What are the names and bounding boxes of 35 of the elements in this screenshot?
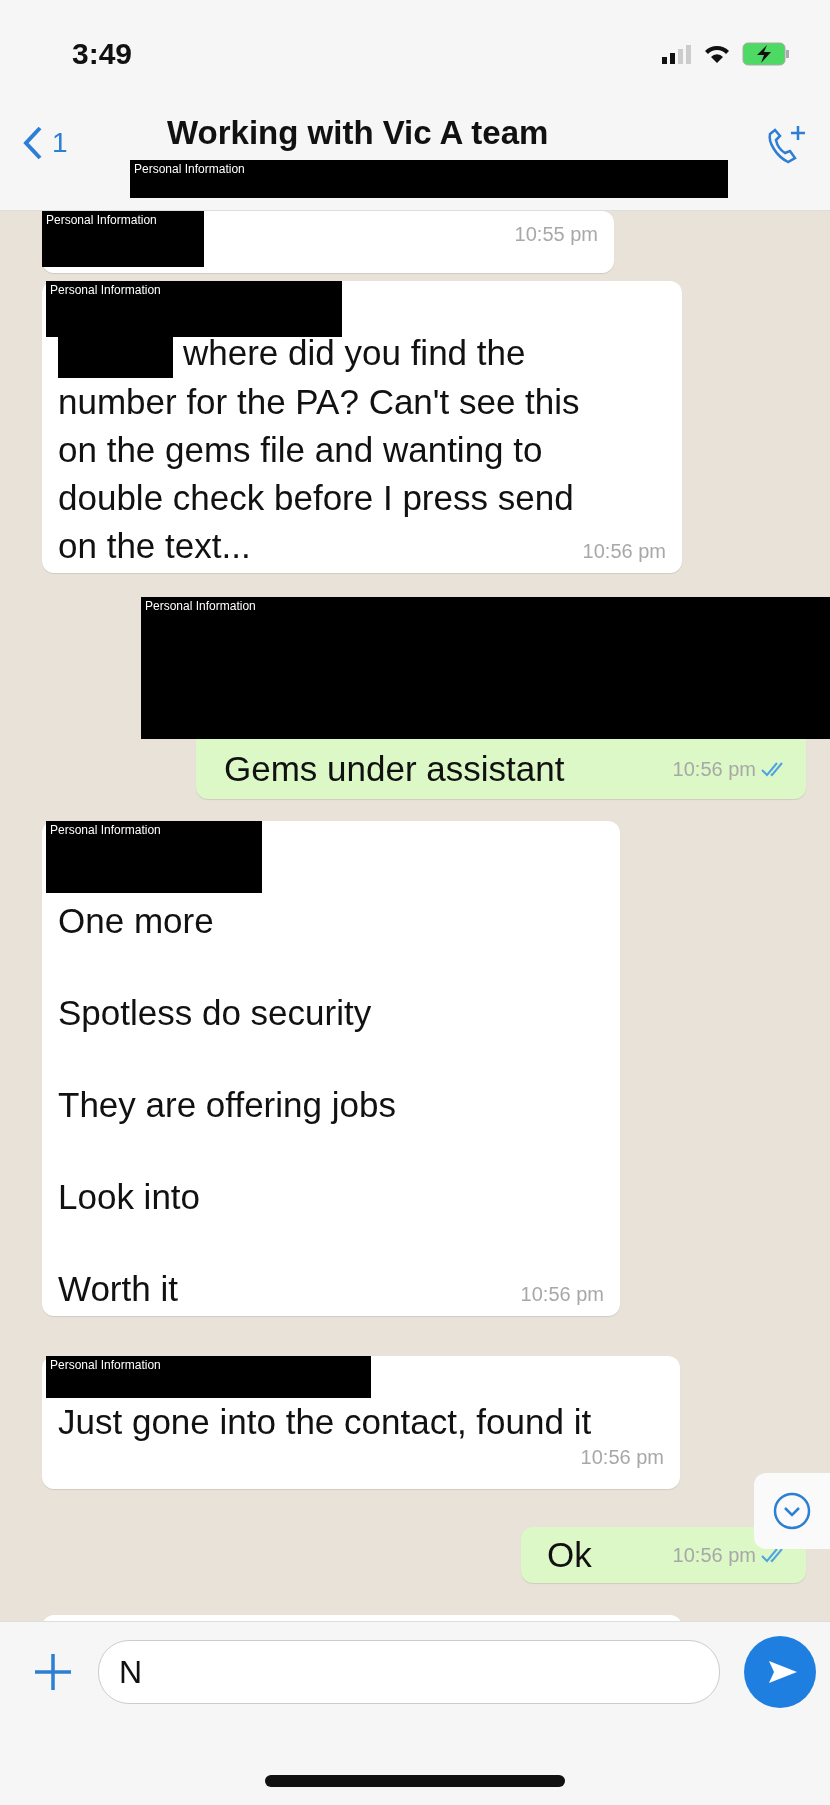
chat-title: Working with Vic A team bbox=[167, 114, 549, 151]
message-text: They are offering jobs bbox=[58, 1085, 396, 1125]
message-text: One more bbox=[58, 901, 214, 941]
message-text: on the gems file and wanting to bbox=[58, 430, 543, 470]
message-time: 10:56 pm bbox=[582, 540, 666, 564]
redaction-block: Personal Information bbox=[42, 211, 204, 267]
message-time: 10:56 pm bbox=[672, 757, 756, 781]
message-time: 10:55 pm bbox=[514, 223, 598, 246]
message-text: number for the PA? Can't see this bbox=[58, 382, 580, 422]
chevron-left-icon bbox=[22, 126, 44, 160]
message-time: 10:56 pm bbox=[520, 1283, 604, 1307]
back-button[interactable]: 1 bbox=[22, 114, 132, 160]
message-text: Ok bbox=[547, 1535, 592, 1575]
message-input[interactable]: N bbox=[98, 1640, 720, 1704]
redaction-block: Personal Information bbox=[141, 597, 830, 740]
message-text: Worth it bbox=[58, 1269, 178, 1309]
message-time: 10:56 pm bbox=[672, 1543, 756, 1567]
message-time: 10:56 pm bbox=[580, 1446, 664, 1470]
message-text: on the text... bbox=[58, 526, 251, 566]
status-time: 3:49 bbox=[72, 37, 133, 71]
message-text: double check before I press send bbox=[58, 478, 574, 518]
message-text: Just gone into the contact, found it bbox=[58, 1402, 592, 1442]
signal-icon bbox=[662, 44, 692, 64]
scroll-down-button[interactable] bbox=[754, 1473, 830, 1549]
redaction-block: Personal Information bbox=[46, 281, 342, 337]
message-text: Gems under assistant bbox=[224, 749, 565, 789]
redaction-block: Personal Information bbox=[46, 1356, 371, 1399]
plus-icon[interactable] bbox=[32, 1651, 74, 1693]
message-text: Spotless do security bbox=[58, 993, 372, 1033]
message-text: Look into bbox=[58, 1177, 201, 1217]
chevron-down-icon bbox=[772, 1491, 812, 1531]
redaction-block: Personal Information bbox=[46, 821, 262, 894]
wifi-icon bbox=[704, 44, 730, 64]
redaction-block: Personal Information bbox=[130, 160, 728, 198]
battery-charging-icon bbox=[742, 42, 790, 66]
